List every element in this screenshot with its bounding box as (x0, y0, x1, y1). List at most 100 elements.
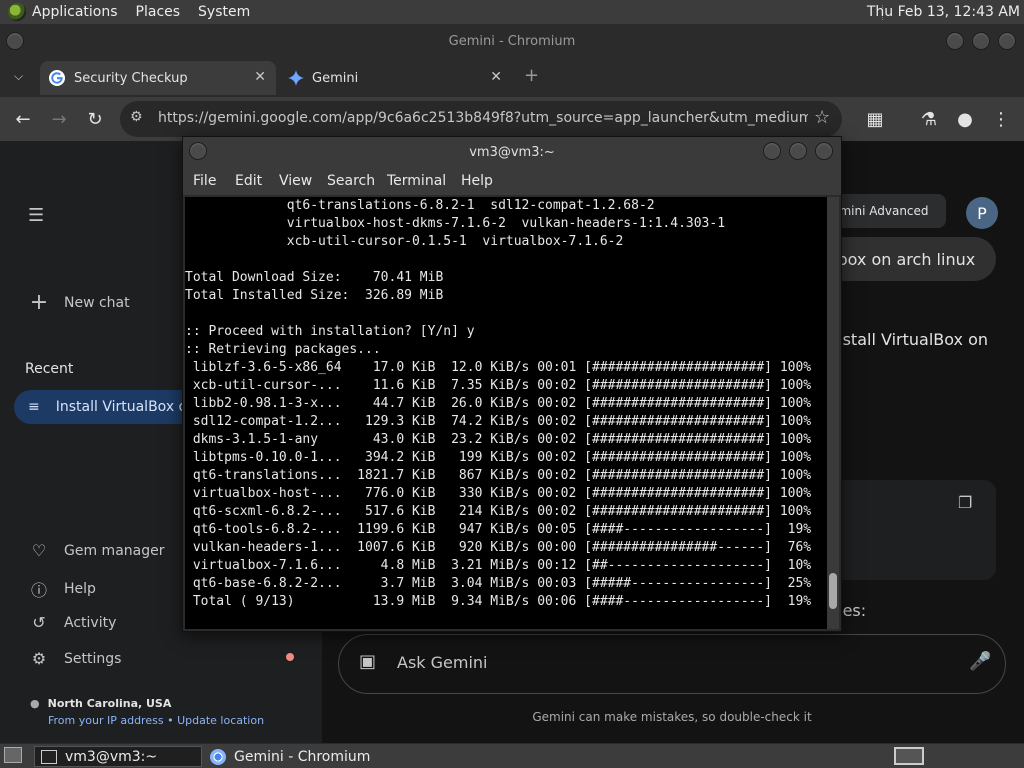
settings-button[interactable]: ⚙ Settings (28, 649, 122, 668)
top-panel: Applications Places System Thu Feb 13, 1… (0, 0, 1024, 25)
extensions-puzzle-icon[interactable]: ▦ (862, 106, 888, 132)
terminal-titlebar[interactable]: vm3@vm3:~ (183, 137, 841, 167)
taskbar-item-chromium[interactable]: Gemini - Chromium (204, 746, 384, 767)
window-title: Gemini - Chromium (448, 33, 576, 49)
terminal-scroll-thumb[interactable] (829, 573, 837, 609)
add-image-icon[interactable]: ▣ (359, 651, 376, 672)
terminal-close-button[interactable] (815, 142, 833, 160)
terminal-line: xcb-util-cursor-... 11.6 KiB 7.35 KiB/s … (185, 378, 812, 393)
activity-label: Activity (64, 614, 117, 631)
terminal-line: virtualbox-host-... 776.0 KiB 330 KiB/s … (185, 486, 812, 501)
terminal-line: qt6-translations-6.8.2-1 sdl12-compat-1.… (185, 198, 655, 213)
terminal-line: liblzf-3.6-5-x86_64 17.0 KiB 12.0 KiB/s … (185, 360, 812, 375)
forward-arrow-icon[interactable]: → (46, 106, 72, 132)
terminal-line: Total ( 9/13) 13.9 MiB 9.34 MiB/s 00:06 … (185, 594, 812, 609)
terminal-icon (41, 749, 57, 764)
workspace-switcher[interactable] (894, 747, 924, 765)
show-desktop-icon[interactable] (4, 747, 22, 763)
terminal-menu-help[interactable]: Help (461, 173, 493, 189)
tab-search-chevron-icon[interactable]: ⌵ (14, 69, 23, 84)
terminal-line: libb2-0.98.1-3-x... 44.7 KiB 26.0 KiB/s … (185, 396, 812, 411)
settings-notification-dot (286, 653, 294, 661)
terminal-line: libtpms-0.10.0-1... 394.2 KiB 199 KiB/s … (185, 450, 812, 465)
close-window-button[interactable] (998, 32, 1016, 50)
new-tab-plus-icon[interactable]: + (524, 65, 539, 86)
close-tab-icon[interactable]: ✕ (490, 69, 502, 85)
terminal-line: qt6-translations... 1821.7 KiB 867 KiB/s… (185, 468, 812, 483)
tab-security-checkup[interactable]: Security Checkup ✕ (40, 61, 276, 95)
profile-icon[interactable]: ● (952, 106, 978, 132)
terminal-line: sdl12-compat-1.2... 129.3 KiB 74.2 KiB/s… (185, 414, 812, 429)
applications-menu[interactable]: Applications (32, 4, 118, 20)
activity-button[interactable]: ↺ Activity (28, 613, 116, 632)
terminal-line: qt6-base-6.8.2-2... 3.7 MiB 3.04 MiB/s 0… (185, 576, 812, 591)
minimize-button[interactable] (946, 32, 964, 50)
taskbar-chromium-label: Gemini - Chromium (234, 748, 371, 765)
terminal-menubar: File Edit View Search Terminal Help (183, 167, 841, 195)
bookmark-star-icon[interactable]: ☆ (814, 107, 830, 128)
window-menu-button[interactable] (6, 32, 24, 50)
prompt-input[interactable]: Ask Gemini (397, 653, 488, 672)
tab-title: Gemini (312, 70, 359, 86)
help-icon: ⓘ (30, 581, 47, 600)
plus-icon: + (29, 290, 49, 315)
terminal-menu-search[interactable]: Search (327, 173, 375, 189)
places-menu[interactable]: Places (136, 4, 181, 20)
help-label: Help (64, 581, 96, 597)
new-chat-button[interactable]: + New chat (28, 290, 130, 315)
terminal-window-menu-button[interactable] (189, 142, 207, 160)
maximize-button[interactable] (972, 32, 990, 50)
panel-clock[interactable]: Thu Feb 13, 12:43 AM (867, 4, 1020, 20)
terminal-menu-view[interactable]: View (279, 173, 312, 189)
system-menu[interactable]: System (198, 4, 250, 20)
terminal-menu-file[interactable]: File (193, 173, 216, 189)
url-text[interactable]: https://gemini.google.com/app/9c6a6c2513… (158, 110, 808, 126)
terminal-minimize-button[interactable] (763, 142, 781, 160)
chromium-titlebar[interactable]: Gemini - Chromium (0, 25, 1024, 57)
back-arrow-icon[interactable]: ← (10, 106, 36, 132)
terminal-line: vulkan-headers-1... 1007.6 KiB 920 KiB/s… (185, 540, 812, 555)
gem-manager-button[interactable]: ♡ Gem manager (28, 541, 165, 560)
close-tab-icon[interactable]: ✕ (254, 69, 266, 85)
terminal-menu-edit[interactable]: Edit (235, 173, 262, 189)
help-button[interactable]: ⓘ Help (28, 577, 96, 601)
microphone-icon[interactable]: 🎤 (969, 651, 991, 672)
tab-title: Security Checkup (74, 70, 188, 86)
terminal-maximize-button[interactable] (789, 142, 807, 160)
tab-strip: ⌵ Security Checkup ✕ Gemini ✕ + (0, 57, 1024, 97)
prompt-bar[interactable]: ▣ Ask Gemini 🎤 (338, 634, 1006, 694)
site-settings-icon[interactable]: ⚙ (130, 109, 143, 125)
disclaimer-text: Gemini can make mistakes, so double-chec… (532, 710, 812, 724)
hamburger-menu-icon[interactable]: ☰ (28, 205, 44, 226)
avatar[interactable]: P (966, 197, 998, 229)
address-bar[interactable]: ⚙ https://gemini.google.com/app/9c6a6c25… (120, 101, 842, 137)
location-separator: • (167, 714, 174, 727)
terminal-text: qt6-translations-6.8.2-1 sdl12-compat-1.… (185, 197, 811, 611)
gnome-foot-icon[interactable] (8, 3, 26, 21)
terminal-line: Total Download Size: 70.41 MiB (185, 270, 444, 285)
terminal-line: :: Proceed with installation? [Y/n] y (185, 324, 475, 339)
taskbar-item-terminal[interactable]: vm3@vm3:~ (34, 746, 202, 767)
terminal-scrollbar[interactable] (827, 197, 839, 629)
taskbar-terminal-label: vm3@vm3:~ (65, 748, 158, 765)
location-dot-icon: ● (30, 697, 40, 710)
terminal-menu-terminal[interactable]: Terminal (387, 173, 446, 189)
tab-gemini[interactable]: Gemini ✕ (280, 61, 512, 95)
reload-icon[interactable]: ↻ (82, 106, 108, 132)
terminal-line: xcb-util-cursor-0.1.5-1 virtualbox-7.1.6… (185, 234, 624, 249)
terminal-window[interactable]: vm3@vm3:~ File Edit View Search Terminal… (182, 136, 842, 632)
bottom-taskbar: vm3@vm3:~ Gemini - Chromium (0, 743, 1024, 768)
terminal-output[interactable]: qt6-translations-6.8.2-1 sdl12-compat-1.… (185, 197, 827, 629)
gem-manager-label: Gem manager (64, 542, 165, 559)
copy-icon[interactable]: ❐ (958, 493, 972, 512)
location-text: North Carolina, USA (47, 697, 172, 710)
terminal-line: :: Retrieving packages... (185, 342, 381, 357)
recent-chat-label: Install VirtualBox o (55, 399, 188, 415)
terminal-line: qt6-scxml-6.8.2-... 517.6 KiB 214 KiB/s … (185, 504, 812, 519)
from-ip-link[interactable]: From your IP address (48, 714, 164, 727)
labs-flask-icon[interactable]: ⚗ (916, 106, 942, 132)
update-location-link[interactable]: Update location (177, 714, 264, 727)
more-menu-icon[interactable]: ⋮ (988, 106, 1014, 132)
